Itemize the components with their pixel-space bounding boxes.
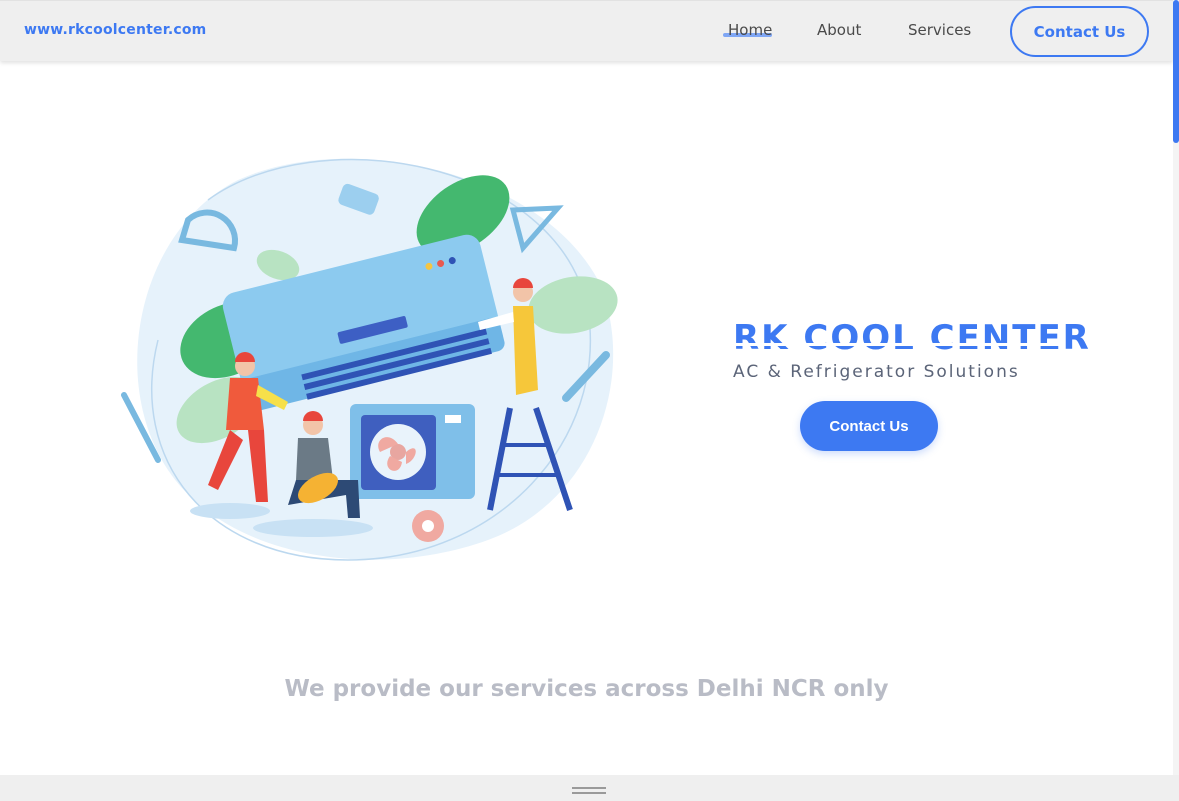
brand-link[interactable]: www.rkcoolcenter.com — [24, 22, 206, 38]
nav-link-about[interactable]: About — [817, 21, 861, 39]
nav-link-home[interactable]: Home — [728, 21, 772, 39]
page-scrollbar-thumb[interactable] — [1173, 0, 1179, 143]
ac-technicians-illustration — [121, 158, 618, 561]
top-navbar: www.rkcoolcenter.com Home About Services… — [0, 0, 1173, 61]
nav-contact-button[interactable]: Contact Us — [1010, 6, 1149, 57]
nav-link-services[interactable]: Services — [908, 21, 971, 39]
hero-contact-button[interactable]: Contact Us — [800, 401, 938, 451]
hero-subtitle: AC & Refrigerator Solutions — [733, 362, 1020, 382]
hero-title: RK COOL CENTER — [733, 318, 1091, 358]
service-area-notice: We provide our services across Delhi NCR… — [284, 676, 889, 702]
drag-handle-icon[interactable] — [572, 787, 606, 794]
title-overlay-stripe — [733, 343, 1065, 346]
